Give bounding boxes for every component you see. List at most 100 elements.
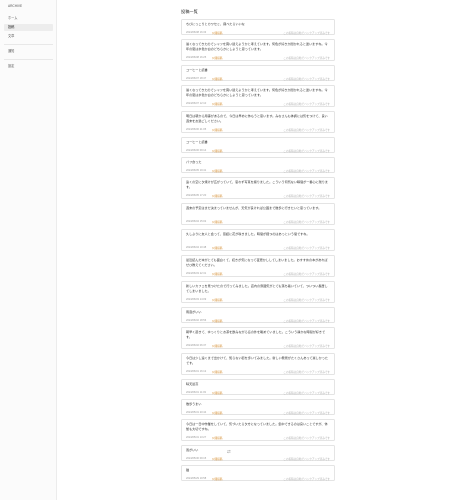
post-card[interactable]: コーヒーと読書 2024/06/06 09:14 公開投稿 この投稿は自動でバッ… — [181, 137, 335, 153]
post-text: 最近読んだ本がとても面白くて、続きが気になって夜更かししてしまいました。おすすめ… — [186, 258, 328, 267]
post-text: 明日は朝から用事があるので、今日は早めに休もうと思います。みなさんも体調には気を… — [186, 114, 328, 123]
post-card[interactable]: 散歩うまい 2024/05/31 20:44 公開投稿 この投稿は自動でバックア… — [181, 399, 335, 415]
sidebar-item-home[interactable]: ホーム — [4, 15, 53, 22]
post-card[interactable]: 風がいい ⇄ 2024/05/30 09:15 公開投稿 この投稿は自動でバック… — [181, 445, 335, 461]
post-text: 週末の予定はまだ決まっていませんが、天気が良ければ公園まで散歩に行きたいと思って… — [186, 206, 322, 210]
post-card[interactable]: 今日は一日中作業をしていて、気づいたら夕方になっていました。集中できるのは良いこ… — [181, 419, 335, 441]
post-card[interactable]: 新しいカフェを見つけたので行ってみました。店内の雰囲気がとても落ち着いていて、つ… — [181, 281, 335, 303]
post-card[interactable]: 猫 2024/05/29 19:58 公開投稿 この投稿は自動でバックアップ済み… — [181, 465, 335, 481]
post-backup-note: この投稿は自動でバックアップ済みです — [283, 170, 330, 173]
post-backup-note: この投稿は自動でバックアップ済みです — [283, 129, 330, 132]
post-date: 2024/05/30 09:15 — [186, 457, 207, 460]
page-title: 投稿一覧 — [181, 9, 198, 14]
post-backup-note: この投稿は自動でバックアップ済みです — [283, 32, 330, 35]
post-date: 2024/05/29 19:58 — [186, 477, 207, 480]
post-visibility-tag: 公開投稿 — [212, 150, 223, 153]
swap-arrows-icon[interactable]: ⇄ — [227, 449, 231, 454]
post-text: パフ食った — [186, 160, 202, 164]
post-card[interactable]: 暑くなってきたのでシャツを買い替えようかと考えています。何色が好きか聞かれると迷… — [181, 39, 335, 61]
post-text: 散歩うまい — [186, 402, 202, 406]
post-date: 2024/06/03 14:09 — [186, 298, 207, 301]
post-date: 2024/06/07 18:47 — [186, 77, 207, 80]
post-date: 2024/06/06 09:14 — [186, 149, 207, 152]
post-card[interactable]: 久しぶりに友人と会って、昔話に花が咲きました。時間が経つのはあっという間ですね。… — [181, 229, 335, 251]
post-date: 2024/06/05 19:41 — [186, 169, 207, 172]
post-backup-note: この投稿は自動でバックアップ済みです — [283, 478, 330, 481]
post-backup-note: この投稿は自動でバックアップ済みです — [283, 57, 330, 60]
post-backup-note: この投稿は自動でバックアップ済みです — [283, 103, 330, 106]
sidebar-divider — [4, 59, 53, 60]
post-date: 2024/06/05 17:20 — [186, 194, 207, 197]
post-text: 猫 — [186, 468, 190, 472]
sidebar: ARCHIVE ホーム 投稿 文章 通知 設定 — [0, 0, 57, 500]
post-date: 2024/06/04 15:02 — [186, 220, 207, 223]
post-card[interactable]: 遠くの空に夕焼けが広がっていて、思わず写真を撮りました。こういう何気ない瞬間が一… — [181, 177, 335, 199]
post-text: 暑くなってきたのでシャツを買い替えようかと考えています。何色が好きか聞かれると迷… — [186, 42, 328, 51]
post-card[interactable]: 今日は少し遠くまで出かけて、知らない街を歩いてみました。新しい発見がたくさんあっ… — [181, 353, 335, 375]
post-card[interactable]: 最近読んだ本がとても面白くて、続きが気になって夜更かししてしまいました。おすすめ… — [181, 255, 335, 277]
post-date: 2024/06/06 21:05 — [186, 128, 207, 131]
post-backup-note: この投稿は自動でバックアップ済みです — [283, 195, 330, 198]
post-card[interactable]: 明日は朝から用事があるので、今日は早めに休もうと思います。みなさんも体調には気を… — [181, 111, 335, 133]
post-text: 晴天最高 — [186, 382, 199, 386]
post-text: 今日は少し遠くまで出かけて、知らない街を歩いてみました。新しい発見がたくさんあっ… — [186, 356, 328, 365]
post-backup-note: この投稿は自動でバックアップ済みです — [283, 247, 330, 250]
post-visibility-tag: 公開投稿 — [212, 458, 223, 461]
post-visibility-tag: 公開投稿 — [212, 412, 223, 415]
post-card[interactable]: コーヒーと読書 2024/06/07 18:47 公開投稿 この投稿は自動でバッ… — [181, 65, 335, 81]
post-date: 2024/06/08 16:33 — [186, 31, 207, 34]
post-visibility-tag: 公開投稿 — [212, 57, 223, 60]
post-backup-note: この投稿は自動でバックアップ済みです — [283, 458, 330, 461]
post-visibility-tag: 公開投稿 — [212, 437, 223, 440]
post-visibility-tag: 公開投稿 — [212, 273, 223, 276]
post-visibility-tag: 公開投稿 — [212, 392, 223, 395]
post-text: 遠くの空に夕焼けが広がっていて、思わず写真を撮りました。こういう何気ない瞬間が一… — [186, 180, 328, 189]
post-backup-note: この投稿は自動でバックアップ済みです — [283, 320, 330, 323]
brand-logo: ARCHIVE — [8, 4, 23, 8]
post-card[interactable]: 雨音がいい 2024/06/02 18:56 公開投稿 この投稿は自動でバックア… — [181, 307, 335, 323]
main-content: 投稿一覧 ちびにっこりとカワセミ、飛べたらいいな 2024/06/08 16:3… — [57, 0, 453, 500]
post-backup-note: この投稿は自動でバックアップ済みです — [283, 345, 330, 348]
post-card[interactable]: 週末の予定はまだ決まっていませんが、天気が良ければ公園まで散歩に行きたいと思って… — [181, 203, 335, 225]
post-card[interactable]: 暑くなってきたのでシャツを買い替えようかと考えています。何色が好きか聞かれると迷… — [181, 85, 335, 107]
post-card[interactable]: ちびにっこりとカワセミ、飛べたらいいな 2024/06/08 16:33 公開投… — [181, 19, 335, 35]
post-text: 今日は一日中作業をしていて、気づいたら夕方になっていました。集中できるのは良いこ… — [186, 422, 328, 431]
post-visibility-tag: 公開投稿 — [212, 78, 223, 81]
sidebar-divider — [4, 44, 53, 45]
post-visibility-tag: 公開投稿 — [212, 320, 223, 323]
post-card[interactable]: 朝早く起きて、ゆっくりとお茶を飲みながら窓の外を眺めていました。こういう静かな時… — [181, 327, 335, 349]
post-visibility-tag: 公開投稿 — [212, 371, 223, 374]
post-backup-note: この投稿は自動でバックアップ済みです — [283, 371, 330, 374]
post-date: 2024/06/04 10:48 — [186, 246, 207, 249]
post-text: ちびにっこりとカワセミ、飛べたらいいな — [186, 22, 245, 26]
post-date: 2024/06/01 16:12 — [186, 370, 207, 373]
post-text: コーヒーと読書 — [186, 68, 208, 72]
post-text: 新しいカフェを見つけたので行ってみました。店内の雰囲気がとても落ち着いていて、つ… — [186, 284, 328, 293]
post-text: 暑くなってきたのでシャツを買い替えようかと考えています。何色が好きか聞かれると迷… — [186, 88, 328, 97]
post-backup-note: この投稿は自動でバックアップ済みです — [283, 221, 330, 224]
post-backup-note: この投稿は自動でバックアップ済みです — [283, 299, 330, 302]
post-visibility-tag: 公開投稿 — [212, 478, 223, 481]
post-visibility-tag: 公開投稿 — [212, 247, 223, 250]
post-visibility-tag: 公開投稿 — [212, 170, 223, 173]
post-text: 風がいい — [186, 448, 199, 452]
post-date: 2024/05/31 13:27 — [186, 436, 207, 439]
sidebar-item-posts[interactable]: 投稿 — [4, 24, 53, 31]
sidebar-item-notifications[interactable]: 通知 — [4, 48, 53, 55]
post-visibility-tag: 公開投稿 — [212, 195, 223, 198]
sidebar-item-settings[interactable]: 設定 — [4, 63, 53, 70]
post-text: 雨音がいい — [186, 310, 202, 314]
post-visibility-tag: 公開投稿 — [212, 103, 223, 106]
post-text: 朝早く起きて、ゆっくりとお茶を飲みながら窓の外を眺めていました。こういう静かな時… — [186, 330, 326, 339]
post-visibility-tag: 公開投稿 — [212, 129, 223, 132]
post-card[interactable]: 晴天最高 2024/06/01 11:03 公開投稿 この投稿は自動でバックアッ… — [181, 379, 335, 395]
post-date: 2024/06/01 11:03 — [186, 391, 206, 394]
post-date: 2024/06/07 12:10 — [186, 102, 207, 105]
sidebar-item-articles[interactable]: 文章 — [4, 33, 53, 40]
post-backup-note: この投稿は自動でバックアップ済みです — [283, 412, 330, 415]
post-backup-note: この投稿は自動でバックアップ済みです — [283, 392, 330, 395]
post-card[interactable]: パフ食った 2024/06/05 19:41 公開投稿 この投稿は自動でバックア… — [181, 157, 335, 173]
post-date: 2024/06/08 16:25 — [186, 56, 207, 59]
post-text: 久しぶりに友人と会って、昔話に花が咲きました。時間が経つのはあっという間ですね。 — [186, 232, 310, 236]
post-date: 2024/06/02 06:37 — [186, 344, 207, 347]
